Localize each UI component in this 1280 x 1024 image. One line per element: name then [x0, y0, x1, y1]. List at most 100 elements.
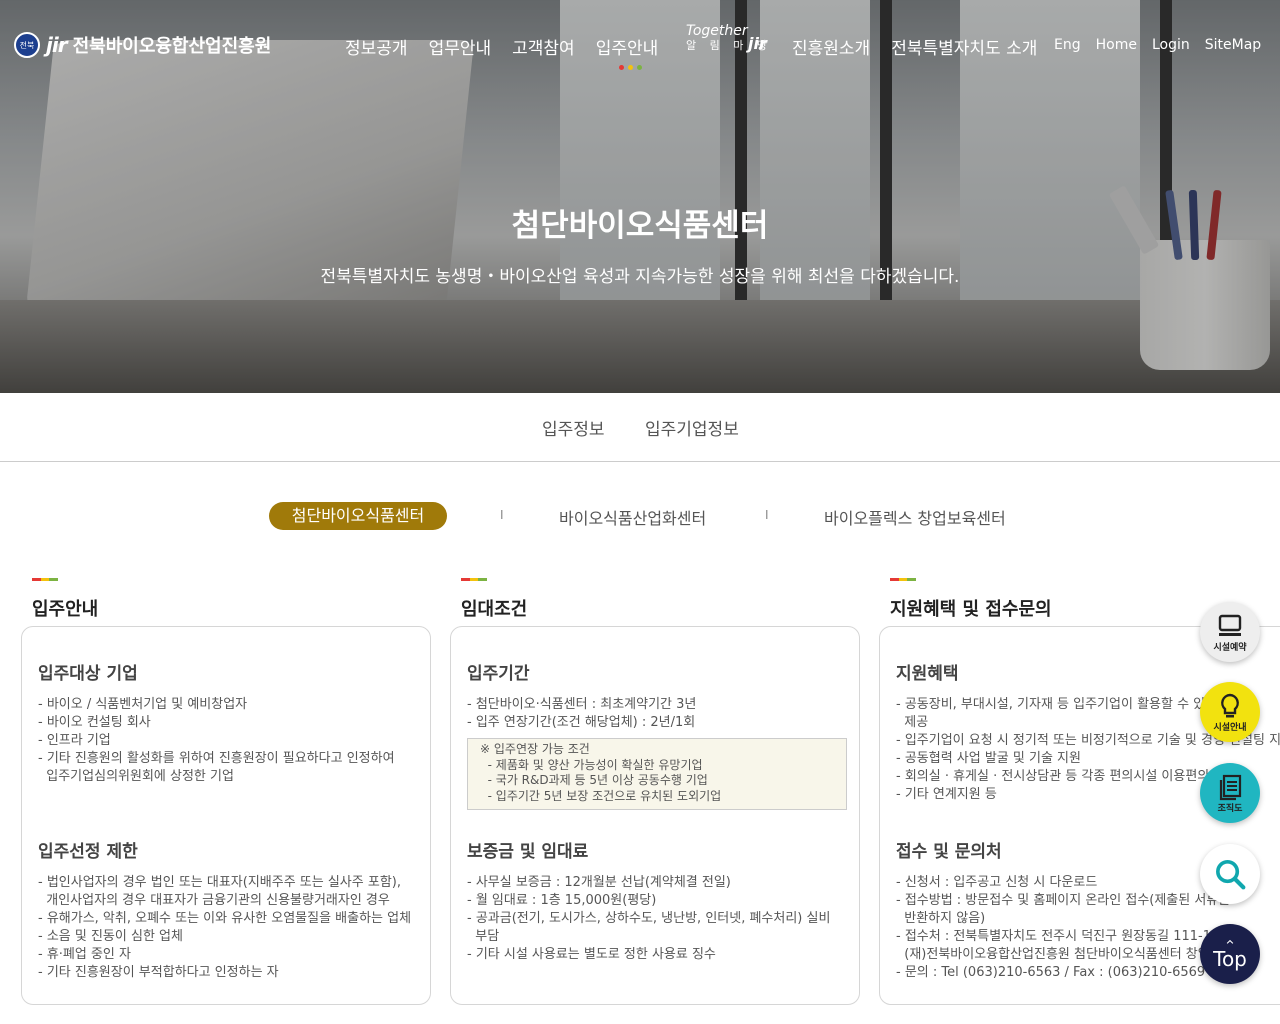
list-item: - 사무실 보증금 : 12개월분 선납(계약체결 전일)	[467, 875, 731, 890]
section-deposit-rent: 보증금 및 임대료 - 사무실 보증금 : 12개월분 선납(계약체결 전일) …	[467, 837, 830, 964]
extension-conditions-note: ※ 입주연장 가능 조건 - 제품화 및 양산 가능성이 확실한 유망기업 - …	[467, 738, 847, 810]
list-item: - 첨단바이오·식품센터 : 최초계약기간 3년	[467, 697, 697, 712]
subnav-tenant-companies[interactable]: 입주기업정보	[645, 415, 739, 440]
menu-item-info-disclosure[interactable]: 정보공개	[345, 34, 408, 59]
home-link[interactable]: Home	[1096, 37, 1137, 53]
top-label: Top	[1213, 947, 1247, 971]
list-item: - 입주 연장기간(조건 해당업체) : 2년/1회	[467, 715, 696, 730]
list-item: (재)전북바이오융합산업진흥원 첨단바이오식품센터 창업보육실	[896, 947, 1246, 962]
section-heading: 접수 및 문의처	[896, 842, 1002, 862]
title-accent-bar	[32, 578, 59, 581]
chevron-up-icon	[1226, 939, 1234, 944]
tab-separator: I	[500, 508, 504, 522]
quick-org-chart-button[interactable]: 조직도	[1200, 763, 1260, 823]
main-menu: 정보공개 업무안내 고객참여 입주안내	[345, 34, 679, 59]
list-item: - 인프라 기업	[38, 733, 111, 748]
section-heading: 입주기간	[467, 664, 530, 684]
list-item: - 공과금(전기, 도시가스, 상하수도, 냉난방, 인터넷, 폐수처리) 실비	[467, 911, 831, 926]
tab-bio-food-industrialization-center[interactable]: 바이오식품산업화센터	[559, 505, 706, 529]
lease-terms-card: 입주기간 - 첨단바이오·식품센터 : 최초계약기간 3년 - 입주 연장기간(…	[450, 626, 860, 1005]
list-item: - 신청서 : 입주공고 신청 시 다운로드	[896, 875, 1098, 890]
section-tenancy-period: 입주기간 - 첨단바이오·식품센터 : 최초계약기간 3년 - 입주 연장기간(…	[467, 659, 696, 732]
list-item: - 휴·폐업 중인 자	[38, 947, 131, 962]
jir-logo-mark: jir	[46, 33, 68, 57]
list-item: - 법인사업자의 경우 법인 또는 대표자(지배주주 또는 실사주 포함),	[38, 875, 401, 890]
document-icon	[1219, 774, 1242, 800]
site-logo[interactable]: 전북 jir 전북바이오융합산업진흥원	[14, 32, 271, 58]
quick-label: 조직도	[1217, 803, 1243, 814]
column-title: 입주안내	[32, 599, 99, 620]
scroll-top-button[interactable]: Top	[1200, 924, 1260, 984]
note-line: - 제품화 및 양산 가능성이 확실한 유망기업	[480, 757, 703, 772]
column-tenancy-guide: 입주안내	[32, 578, 98, 621]
section-selection-restrictions: 입주선정 제한 - 법인사업자의 경우 법인 또는 대표자(지배주주 또는 실사…	[38, 837, 411, 982]
column-title: 임대조건	[461, 599, 528, 620]
monitor-icon	[1218, 614, 1242, 636]
lightbulb-icon	[1221, 693, 1239, 717]
quick-facility-reservation-button[interactable]: 시설예약	[1200, 602, 1260, 662]
list-item: 개인사업자의 경우 대표자가 금융기관의 신용불량거래자인 경우	[38, 893, 390, 908]
column-title: 지원혜택 및 접수문의	[890, 599, 1052, 620]
menu-item-participation[interactable]: 고객참여	[512, 34, 575, 59]
center-tabs: 첨단바이오식품센터 I 바이오식품산업화센터 I 바이오플렉스 창업보육센터	[0, 500, 1280, 530]
list-item: - 소음 및 진동이 심한 업체	[38, 929, 183, 944]
quick-label: 시설안내	[1213, 722, 1247, 733]
section-eligible-companies: 입주대상 기업 - 바이오 / 식품벤처기업 및 예비창업자 - 바이오 컨설팅…	[38, 659, 395, 786]
title-accent-bar	[461, 578, 488, 581]
column-benefits-contact: 지원혜택 및 접수문의	[890, 578, 1052, 621]
note-line: ※ 입주연장 가능 조건	[480, 742, 590, 756]
section-heading: 입주선정 제한	[38, 842, 138, 862]
sitemap-link[interactable]: SiteMap	[1205, 37, 1261, 53]
org-name: 전북바이오융합산업진흥원	[72, 36, 272, 57]
list-item: - 문의 : Tel (063)210-6563 / Fax : (063)21…	[896, 965, 1206, 980]
sub-navigation: 입주정보 입주기업정보	[0, 393, 1280, 462]
list-item: - 접수처 : 전북특별자치도 전주시 덕진구 원장동길 111-18	[896, 929, 1220, 944]
list-item: - 월 임대료 : 1층 15,000원(평당)	[467, 893, 657, 908]
list-item: - 바이오 / 식품벤처기업 및 예비창업자	[38, 697, 248, 712]
province-seal-icon: 전북	[14, 32, 40, 58]
section-application-contact: 접수 및 문의처 - 신청서 : 입주공고 신청 시 다운로드 - 접수방법 :…	[896, 837, 1246, 982]
column-lease-terms: 임대조건	[461, 578, 527, 621]
hero-title: 첨단바이오식품센터	[511, 208, 769, 244]
indicator-dot	[619, 65, 624, 70]
top-navigation: 전북 jir 전북바이오융합산업진흥원 정보공개 업무안내 고객참여 입주안내 …	[0, 0, 1280, 90]
indicator-dot	[637, 65, 642, 70]
tab-separator: I	[765, 508, 769, 522]
note-line: - 입주기간 5년 보장 조건으로 유치된 도외기업	[480, 788, 722, 803]
section-heading: 지원혜택	[896, 664, 959, 684]
eng-link[interactable]: Eng	[1054, 37, 1081, 53]
list-item: - 유해가스, 악취, 오폐수 또는 이와 유사한 오염물질을 배출하는 업체	[38, 911, 412, 926]
list-item: - 기타 진흥원의 활성화를 위하여 진흥원장이 필요하다고 인정하여	[38, 751, 395, 766]
tab-bioplex-incubation-center[interactable]: 바이오플렉스 창업보육센터	[824, 505, 1006, 529]
login-link[interactable]: Login	[1152, 37, 1190, 53]
menu-item-province[interactable]: 전북특별자치도 소개	[891, 34, 1037, 59]
section-heading: 입주대상 기업	[38, 664, 138, 684]
utility-links: Eng Home Login SiteMap	[1054, 37, 1276, 53]
subnav-tenant-info[interactable]: 입주정보	[542, 415, 605, 440]
search-icon	[1216, 860, 1246, 890]
tab-advanced-bio-food-center[interactable]: 첨단바이오식품센터	[269, 502, 447, 530]
list-item: - 기타 시설 사용료는 별도로 정한 사용료 징수	[467, 947, 716, 962]
list-item: - 바이오 컨설팅 회사	[38, 715, 151, 730]
together-jir-mark: jir	[748, 34, 767, 53]
menu-item-about[interactable]: 진흥원소개	[792, 34, 870, 59]
indicator-dot	[628, 65, 633, 70]
menu-item-business[interactable]: 업무안내	[429, 34, 492, 59]
together-notice-link[interactable]: Together 알 림 마 당 jir	[686, 24, 772, 53]
list-item: 입주기업심의위원회에 상정한 기업	[38, 769, 234, 784]
list-item: - 접수방법 : 방문접수 및 홈페이지 온라인 접수(제출된 서류는	[896, 893, 1231, 908]
tenancy-guide-card: 입주대상 기업 - 바이오 / 식품벤처기업 및 예비창업자 - 바이오 컨설팅…	[21, 626, 431, 1005]
section-heading: 보증금 및 임대료	[467, 842, 589, 862]
note-line: - 국가 R&D과제 등 5년 이상 공동수행 기업	[480, 773, 708, 787]
quick-label: 시설예약	[1213, 642, 1247, 653]
list-item: - 기타 진흥원장이 부적합하다고 인정하는 자	[38, 965, 279, 980]
title-accent-bar	[890, 578, 917, 581]
hero-subtitle: 전북특별자치도 농생명・바이오산업 육성과 지속가능한 성장을 위해 최선을 다…	[320, 267, 960, 287]
quick-search-button[interactable]	[1200, 844, 1260, 904]
seal-text: 전북	[19, 40, 35, 50]
list-item: 부담	[467, 929, 500, 944]
quick-facility-guide-button[interactable]: 시설안내	[1200, 682, 1260, 742]
list-item: 반환하지 않음)	[896, 911, 986, 926]
menu-item-tenancy[interactable]: 입주안내	[596, 34, 659, 59]
main-menu-right: 진흥원소개 전북특별자치도 소개	[792, 34, 1058, 59]
